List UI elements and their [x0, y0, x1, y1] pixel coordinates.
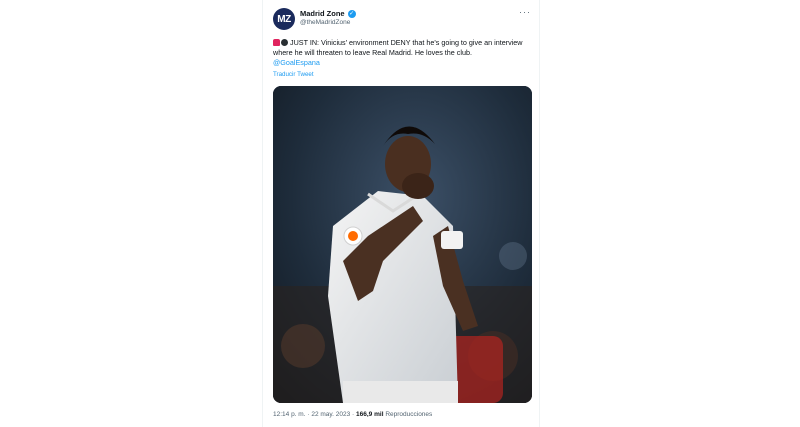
meta-separator: · — [352, 411, 355, 418]
mention-link[interactable]: @GoalEspana — [273, 58, 535, 68]
police-light-icon — [273, 39, 280, 46]
more-options-icon[interactable]: ··· — [519, 8, 531, 17]
tweet-text: JUST IN: Vinicius' environment DENY that… — [273, 38, 535, 68]
views-label: Reproducciones — [385, 411, 433, 418]
author-name[interactable]: Madrid Zone — [300, 9, 345, 18]
tweet-photo[interactable] — [273, 86, 532, 403]
meta-separator: · — [307, 411, 310, 418]
tweet-body: JUST IN: Vinicius' environment DENY that… — [273, 38, 523, 57]
author-handle[interactable]: @theMadridZone — [300, 19, 350, 26]
view-count: 166,9 mil — [356, 411, 384, 418]
tweet-card: MZ Madrid Zone ✓ @theMadridZone ··· JUST… — [262, 0, 540, 427]
tweet-time[interactable]: 12:14 p. m. — [273, 411, 306, 418]
tweet-date[interactable]: 22 may. 2023 — [311, 411, 350, 418]
tweet-meta: 12:14 p. m. · 22 may. 2023 · 166,9 mil R… — [273, 411, 432, 418]
player-photo-image — [273, 86, 532, 403]
verified-badge-icon: ✓ — [347, 9, 356, 18]
avatar[interactable]: MZ — [273, 8, 295, 30]
bomb-icon — [281, 39, 288, 46]
author-name-row[interactable]: Madrid Zone ✓ — [300, 9, 356, 18]
translate-link[interactable]: Traducir Tweet — [273, 71, 314, 78]
